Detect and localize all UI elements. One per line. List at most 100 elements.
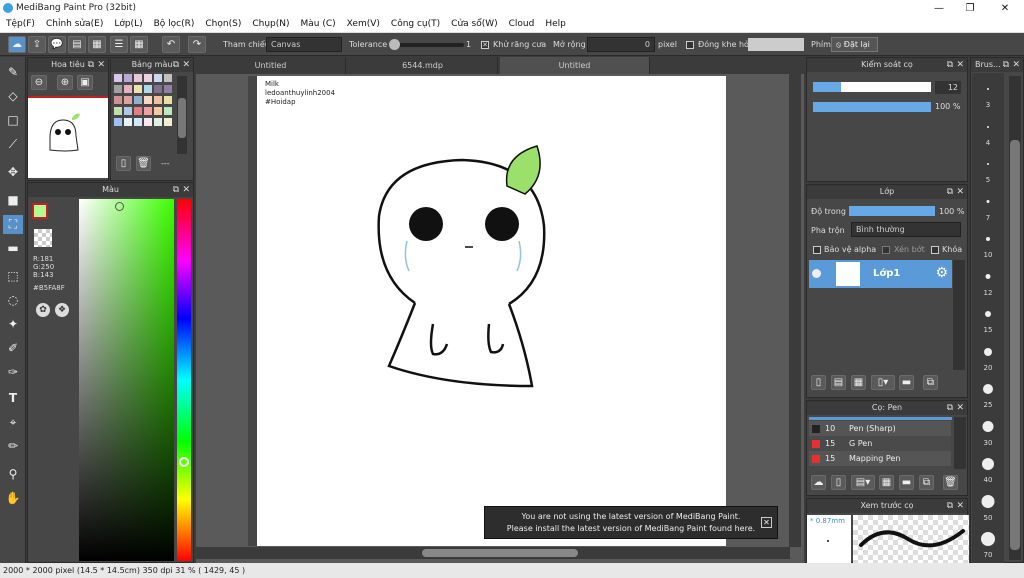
layer-visibility-icon[interactable] [812,269,821,278]
tolerance-slider[interactable] [390,43,464,47]
new-layer-dropdown-icon[interactable]: ▯▾ [871,375,895,390]
hscroll-thumb[interactable] [422,549,578,557]
palette-scroll-thumb[interactable] [178,98,186,138]
float-icon[interactable]: ⧉ [947,58,953,72]
menu-color[interactable]: Màu (C) [295,17,341,29]
brush-size-dot[interactable] [981,495,995,508]
float-icon[interactable]: ⧉ [173,183,179,197]
palette-swatch[interactable] [164,107,172,115]
float-icon[interactable]: ⧉ [173,58,179,72]
secondary-color-swatch[interactable] [34,229,52,247]
palette-swatch[interactable] [114,96,122,104]
tab-untitled-1[interactable]: Untitled [196,57,346,74]
update-notification[interactable]: You are not using the latest version of … [484,506,778,539]
reset-button[interactable]: ⦸ Đặt lại [831,37,878,52]
palette-swatches[interactable] [114,74,174,154]
palette-swatch[interactable] [164,96,172,104]
palette-swatch[interactable] [164,85,172,93]
palette-swatch[interactable] [144,96,152,104]
select-eraser-icon[interactable]: ✑ [3,363,23,382]
color-wheel-icon[interactable]: ✿ [36,303,50,317]
lasso-tool-icon[interactable]: ◌ [3,291,23,310]
close-gap-checkbox[interactable] [686,41,694,49]
brush-size-dot[interactable] [984,347,992,356]
chat-icon[interactable]: ▤ [68,36,86,53]
close-icon[interactable]: ✕ [956,185,964,199]
close-gap-slider[interactable] [748,38,804,51]
menu-view[interactable]: Xem(V) [341,17,385,29]
close-icon[interactable]: ✕ [97,58,105,72]
brush-size-dot[interactable] [987,88,989,90]
brush-item[interactable]: 10 Pen (Sharp) [809,421,951,436]
marquee-tool-icon[interactable]: ⬚ [3,267,23,286]
palette-swatch[interactable] [114,107,122,115]
brush-item[interactable]: 15 Mapping Pen [809,451,951,466]
color-set-icon[interactable]: ❖ [55,303,69,317]
smudge-tool-icon[interactable]: ✏ [3,437,23,456]
folder-icon[interactable]: ▬ [899,375,914,390]
blend-select[interactable]: Bình thường [851,222,961,237]
new-1bit-layer-icon[interactable]: ▦ [851,375,866,390]
brush-size-dot[interactable] [983,384,993,394]
brush-duplicate-icon[interactable]: ⧉ [919,475,934,490]
float-icon[interactable]: ⧉ [1003,58,1009,72]
brush-size-dot[interactable] [986,237,990,241]
navigator-thumbnail[interactable] [28,96,108,178]
brush-settings-icon[interactable]: ▦ [879,475,894,490]
delete-palette-icon[interactable]: 🗑 [136,156,151,171]
brush-size-dot[interactable] [981,532,995,546]
saturation-value-picker[interactable] [79,199,174,561]
palette-swatch[interactable] [154,74,162,82]
brush-size-dot[interactable] [985,274,991,279]
brush-tool-icon[interactable]: ✎ [3,63,23,82]
text-tool-icon[interactable]: T [3,389,23,408]
close-icon[interactable]: ✕ [182,183,190,197]
fit-icon[interactable]: ▣ [77,75,93,90]
menu-layer[interactable]: Lớp(L) [108,17,147,29]
zoom-out-icon[interactable]: ⊖ [31,75,47,90]
tolerance-slider-handle[interactable] [389,39,400,50]
close-icon[interactable]: ✕ [182,58,190,72]
menu-tools[interactable]: Công cụ(T) [385,17,445,29]
line-tool-icon[interactable]: ⟋ [3,135,23,154]
brush-opacity-slider[interactable] [813,102,931,112]
bucket-tool-icon[interactable]: ⛶ [3,215,23,234]
grid-icon[interactable]: ▦ [130,36,148,53]
new-layer-icon[interactable]: ▯ [811,375,826,390]
palette-swatch[interactable] [134,107,142,115]
palette-swatch[interactable] [154,107,162,115]
palette-swatch[interactable] [154,85,162,93]
palette-swatch[interactable] [144,74,152,82]
palette-swatch[interactable] [134,85,142,93]
brush-size-dot[interactable] [982,421,994,432]
brush-size-list[interactable]: 3 4 5 7 10 12 15 20 25 30 40 50 70 [972,73,1004,563]
palette-swatch[interactable] [144,118,152,126]
palette-swatch[interactable] [134,118,142,126]
close-icon[interactable]: ✕ [956,499,964,513]
lock-checkbox[interactable] [931,246,939,254]
download-brush-icon[interactable]: ☁ [811,475,826,490]
toast-close-icon[interactable]: ✕ [761,517,772,528]
primary-color-swatch[interactable] [32,203,48,219]
palette-swatch[interactable] [134,74,142,82]
palette-swatch[interactable] [124,96,132,104]
menu-snap[interactable]: Chụp(N) [246,17,294,29]
brush-folder-icon[interactable]: ▬ [899,475,914,490]
reference-select[interactable]: Canvas [266,37,342,52]
brush-size-value[interactable]: 12 [935,81,961,94]
share-icon[interactable]: ⇪ [28,36,46,53]
brush-size-dot[interactable] [987,163,989,165]
float-icon[interactable]: ⧉ [947,499,953,513]
minimize-button[interactable]: — [924,1,954,16]
brush-size-dot[interactable] [982,458,994,470]
redo-icon[interactable]: ↷ [188,36,206,53]
move-tool-icon[interactable]: ✥ [3,163,23,182]
menu-filter[interactable]: Bộ lọc(R) [148,17,200,29]
eyedropper-icon[interactable]: ⚲ [3,465,23,484]
menu-select[interactable]: Chọn(S) [199,17,246,29]
brush-size-dot[interactable] [986,200,990,203]
palette-swatch[interactable] [114,118,122,126]
cloud-icon[interactable]: ☁ [8,36,26,53]
antialias-checkbox[interactable]: ✕ [481,41,489,49]
brush-strip-scrollbar[interactable] [1009,76,1021,560]
